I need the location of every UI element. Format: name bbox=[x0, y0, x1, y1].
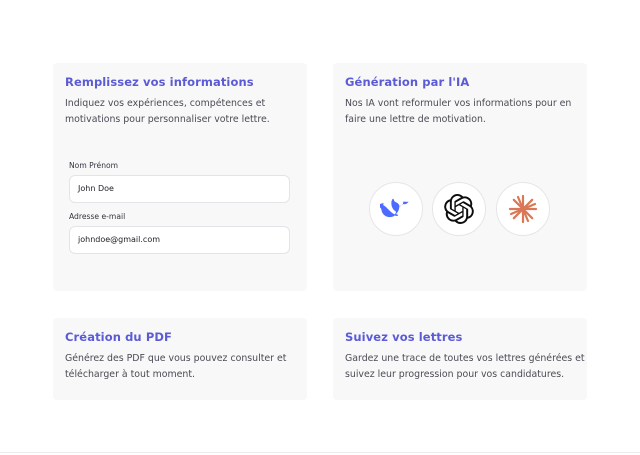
fill-info-card: Remplissez vos informations Indiquez vos… bbox=[53, 63, 307, 291]
pdf-creation-desc-line1: Générez des PDF que vous pouvez consulte… bbox=[65, 353, 287, 364]
openai-logo bbox=[432, 182, 486, 236]
name-field[interactable]: John Doe bbox=[69, 175, 290, 203]
pdf-creation-card: Création du PDF Générez des PDF que vous… bbox=[53, 318, 307, 400]
name-field-label: Nom Prénom bbox=[69, 161, 119, 170]
openai-knot-icon bbox=[444, 194, 474, 224]
pdf-creation-description: Générez des PDF que vous pouvez consulte… bbox=[65, 351, 286, 383]
fill-info-desc-line1: Indiquez vos expériences, compétences et bbox=[65, 98, 266, 109]
deepseek-whale-icon bbox=[380, 198, 410, 218]
claude-starburst-icon bbox=[508, 194, 538, 224]
ai-generation-title: Génération par l'IA bbox=[345, 75, 470, 89]
ai-generation-desc-line1: Nos IA vont reformuler vos informations … bbox=[345, 98, 572, 109]
fill-info-description: Indiquez vos expériences, compétences et… bbox=[65, 96, 270, 128]
ai-generation-desc-line2: faire une lettre de motivation. bbox=[345, 114, 486, 125]
track-letters-card: Suivez vos lettres Gardez une trace de t… bbox=[333, 318, 587, 400]
deepseek-logo bbox=[369, 182, 423, 236]
ai-generation-card: Génération par l'IA Nos IA vont reformul… bbox=[333, 63, 587, 291]
claude-logo bbox=[496, 182, 550, 236]
pdf-creation-title: Création du PDF bbox=[65, 330, 172, 344]
track-letters-desc-line2: suivez leur progression pour vos candida… bbox=[345, 369, 565, 380]
track-letters-title: Suivez vos lettres bbox=[345, 330, 463, 344]
pdf-creation-desc-line2: télécharger à tout moment. bbox=[65, 369, 196, 380]
email-field[interactable]: johndoe@gmail.com bbox=[69, 226, 290, 254]
fill-info-title: Remplissez vos informations bbox=[65, 75, 254, 89]
fill-info-desc-line2: motivations pour personnaliser votre let… bbox=[65, 114, 270, 125]
ai-generation-description: Nos IA vont reformuler vos informations … bbox=[345, 96, 571, 128]
track-letters-description: Gardez une trace de toutes vos lettres g… bbox=[345, 351, 585, 383]
page-divider bbox=[0, 452, 640, 453]
email-field-label: Adresse e-mail bbox=[69, 212, 126, 221]
track-letters-desc-line1: Gardez une trace de toutes vos lettres g… bbox=[345, 353, 585, 364]
